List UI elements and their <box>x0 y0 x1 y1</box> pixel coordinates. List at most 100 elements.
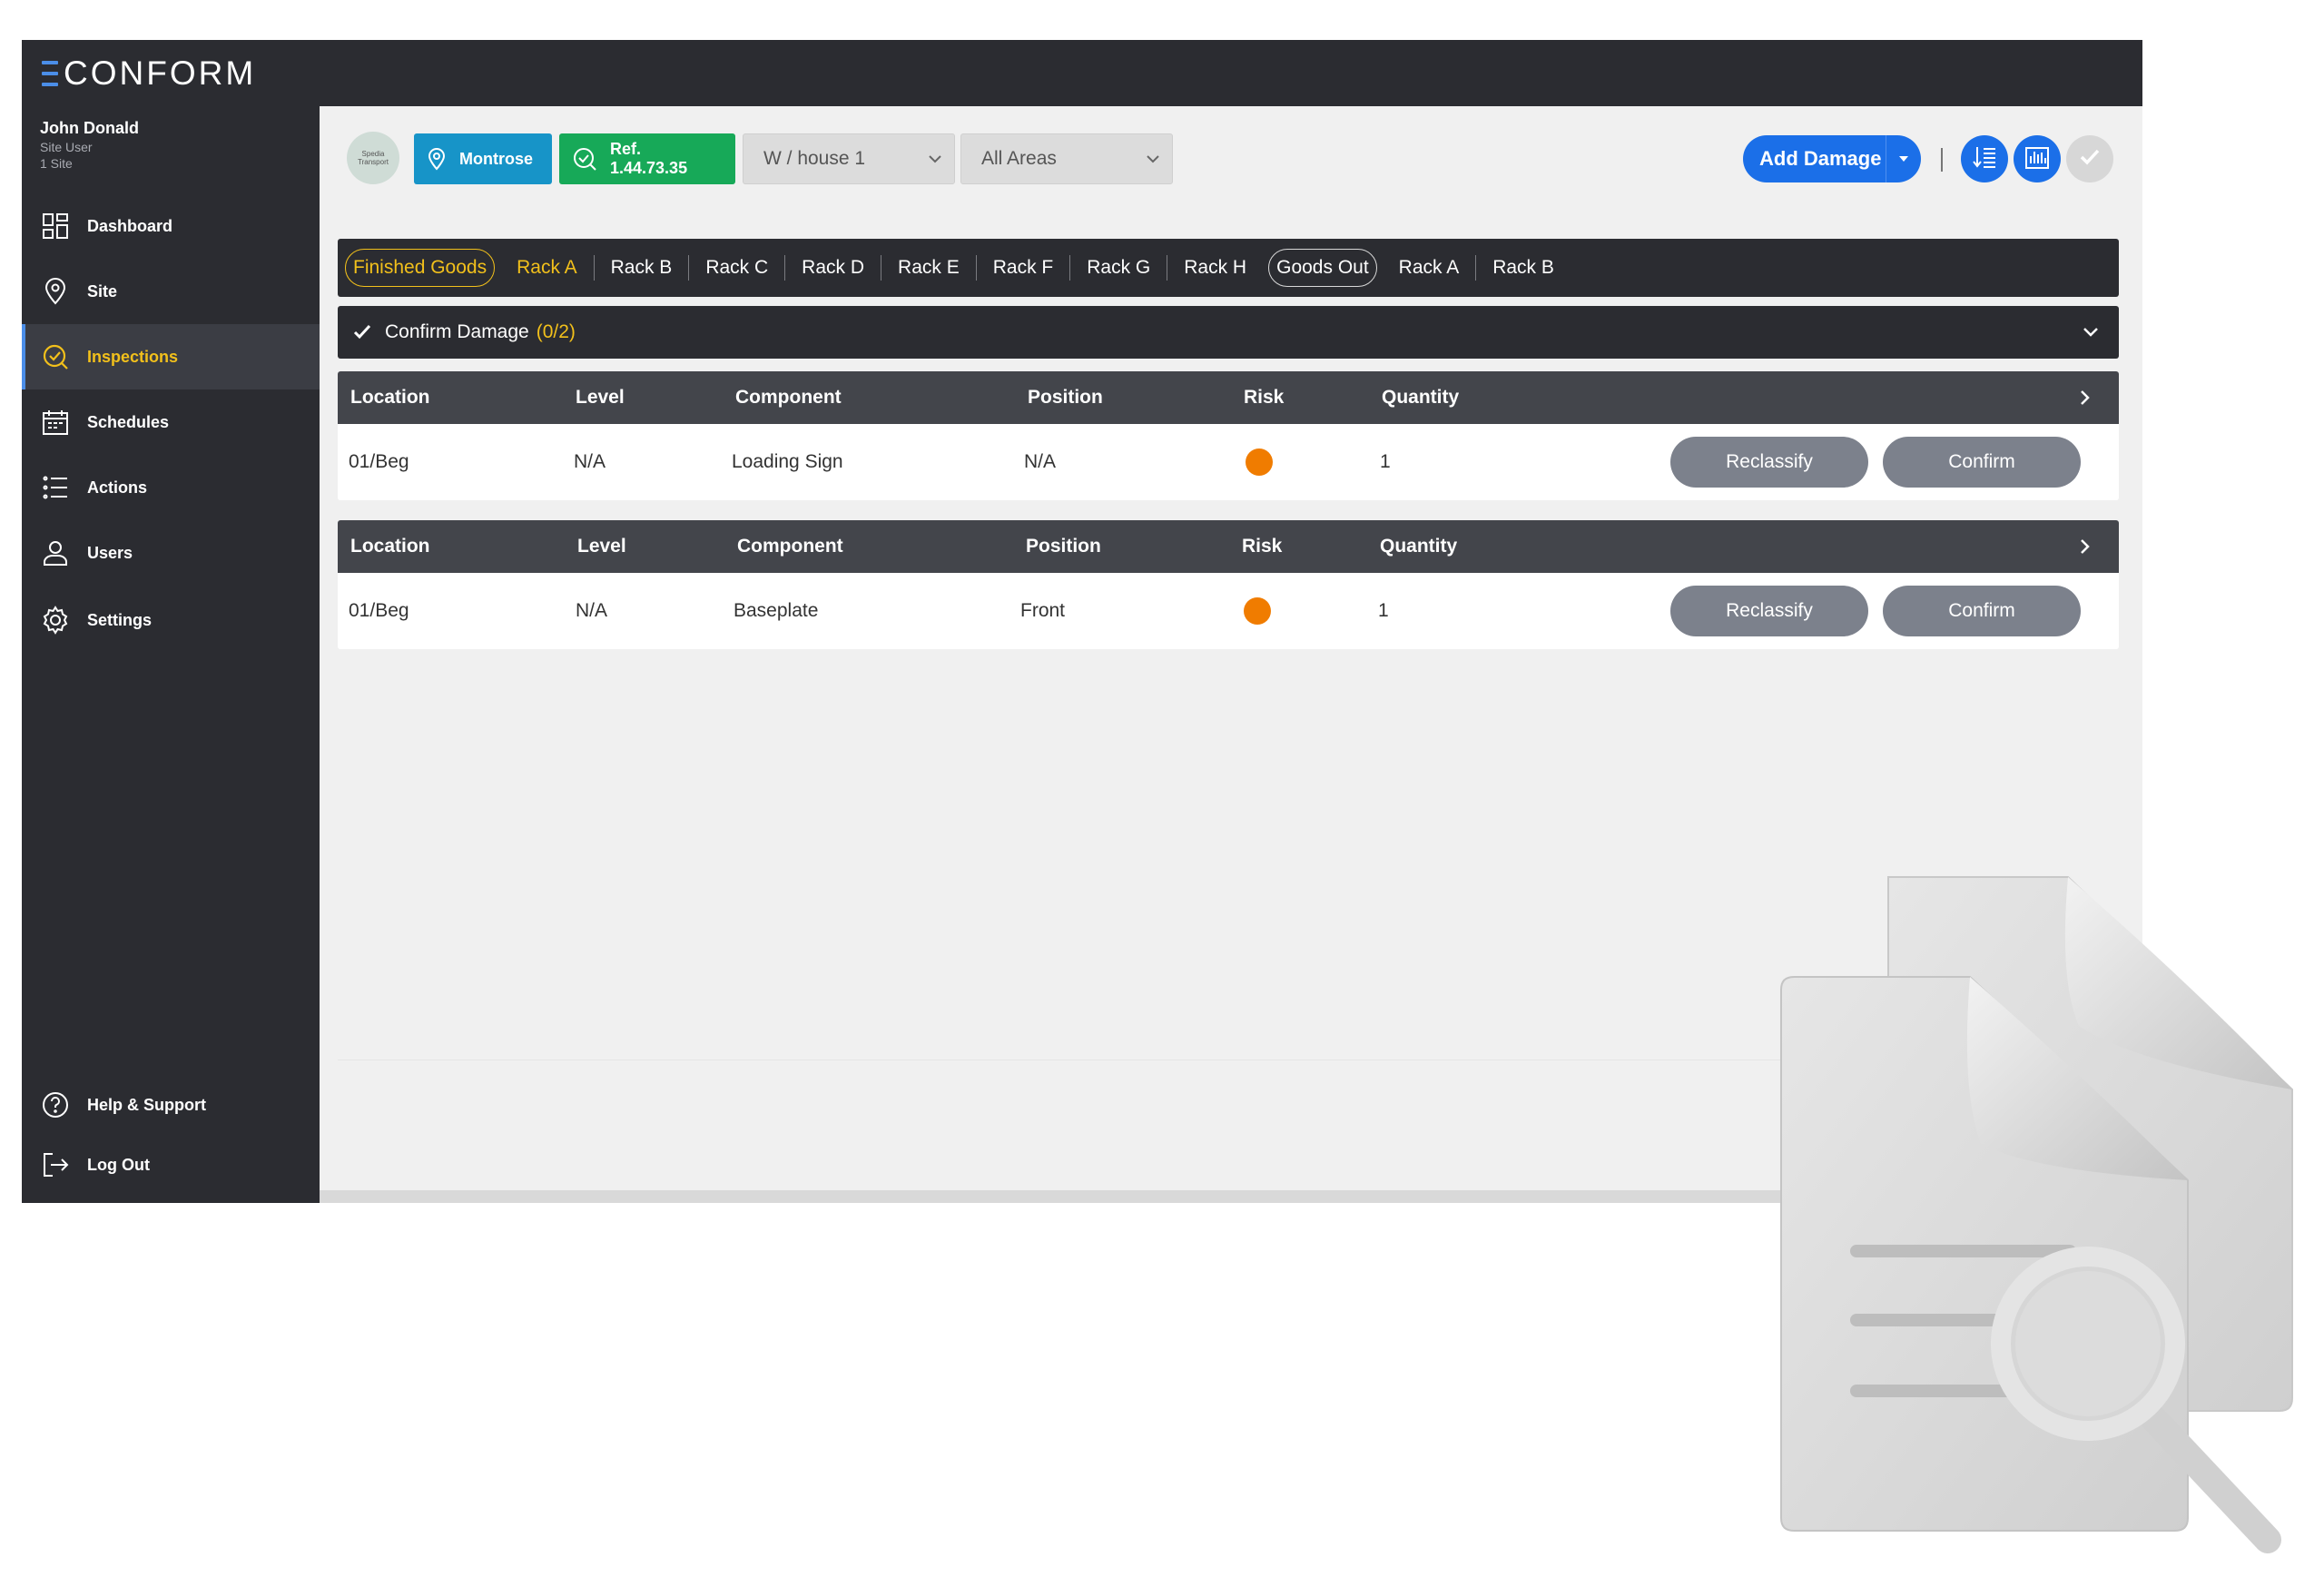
sidebar-item-dashboard[interactable]: Dashboard <box>22 193 320 259</box>
cell-level: N/A <box>576 600 608 621</box>
site-logo: Spedia Transport <box>347 132 399 184</box>
sidebar-item-label: Inspections <box>87 347 179 366</box>
toolbar-divider <box>1941 148 1943 172</box>
cell-component: Loading Sign <box>732 451 843 472</box>
add-damage-dropdown[interactable] <box>1886 135 1921 182</box>
sidebar-item-logout[interactable]: Log Out <box>22 1132 320 1198</box>
reference-label: Ref. 1.44.73.35 <box>610 140 688 177</box>
confirm-damage-count: (0/2) <box>536 321 576 342</box>
user-name: John Donald <box>40 119 139 137</box>
document-search-illustration <box>1780 876 2293 1553</box>
confirm-damage-label: Confirm Damage <box>385 321 529 342</box>
sidebar-item-inspections[interactable]: Inspections <box>22 324 320 389</box>
cell-location: 01/Beg <box>349 451 409 472</box>
user-role: Site User <box>40 140 93 154</box>
sidebar-item-settings[interactable]: Settings <box>22 587 320 653</box>
sidebar: John Donald Site User 1 Site Dashboard S… <box>22 106 320 1203</box>
sort-button[interactable] <box>1961 135 2008 182</box>
tab-rack[interactable]: Rack B <box>595 255 690 281</box>
logo-text: CONFORM <box>64 54 257 92</box>
list-icon <box>40 472 71 503</box>
sidebar-item-label: Dashboard <box>87 216 173 235</box>
column-header: Level <box>577 536 626 557</box>
column-header: Level <box>576 387 625 408</box>
sort-list-icon <box>1971 143 1998 175</box>
reclassify-button[interactable]: Reclassify <box>1670 437 1868 488</box>
caret-down-icon <box>1899 156 1908 162</box>
site-logo-text: Spedia Transport <box>358 150 389 166</box>
sidebar-item-label: Site <box>87 281 118 301</box>
bar-chart-icon <box>2024 143 2051 175</box>
complete-button[interactable] <box>2066 135 2113 182</box>
tab-group-goods-out[interactable]: Goods Out <box>1268 249 1377 287</box>
column-header: Location <box>350 387 430 408</box>
gear-icon <box>40 605 71 636</box>
sidebar-item-label: Schedules <box>87 412 170 431</box>
help-icon <box>40 1089 71 1120</box>
damage-table: Location Level Component Position Risk Q… <box>338 520 2119 649</box>
confirm-button[interactable]: Confirm <box>1883 437 2081 488</box>
chevron-down-icon[interactable] <box>2081 323 2101 347</box>
column-header: Position <box>1026 536 1101 557</box>
site-button[interactable]: Montrose <box>414 133 552 184</box>
tab-rack[interactable]: Rack D <box>785 255 882 281</box>
reference-button[interactable]: Ref. 1.44.73.35 <box>559 133 735 184</box>
calendar-icon <box>40 407 71 438</box>
risk-indicator <box>1246 448 1273 476</box>
cell-quantity: 1 <box>1378 600 1389 621</box>
column-header: Quantity <box>1382 387 1460 408</box>
cell-risk <box>1244 573 1271 649</box>
tab-rack[interactable]: Rack G <box>1070 255 1168 281</box>
confirm-button[interactable]: Confirm <box>1883 586 2081 636</box>
logo-mark-icon <box>42 61 58 86</box>
location-pin-icon <box>40 276 71 307</box>
chevron-down-icon <box>927 151 943 172</box>
user-info: John Donald Site User 1 Site <box>40 119 139 171</box>
location-pin-icon <box>427 147 447 171</box>
cell-risk <box>1246 424 1273 500</box>
location-tabs: Finished Goods Rack A Rack B Rack C Rack… <box>338 239 2119 297</box>
tab-rack[interactable]: Rack E <box>881 255 977 281</box>
sidebar-item-actions[interactable]: Actions <box>22 455 320 520</box>
app-logo[interactable]: CONFORM <box>42 53 256 94</box>
cell-location: 01/Beg <box>349 600 409 621</box>
area-select[interactable]: All Areas <box>960 133 1173 184</box>
sidebar-item-label: Actions <box>87 478 148 497</box>
check-icon <box>352 322 372 342</box>
chevron-right-icon[interactable] <box>2077 537 2093 561</box>
tab-rack[interactable]: Rack A <box>500 255 595 281</box>
warehouse-select-value: W / house 1 <box>763 148 866 169</box>
tab-rack[interactable]: Rack H <box>1167 255 1263 281</box>
tab-group-finished-goods[interactable]: Finished Goods <box>345 249 496 287</box>
tab-rack[interactable]: Rack C <box>689 255 786 281</box>
inspection-check-icon <box>40 341 71 372</box>
warehouse-select[interactable]: W / house 1 <box>743 133 955 184</box>
column-header: Component <box>735 387 842 408</box>
tab-rack[interactable]: Rack F <box>977 255 1071 281</box>
cell-position: N/A <box>1024 451 1057 472</box>
user-icon <box>40 537 71 568</box>
table-header: Location Level Component Position Risk Q… <box>338 520 2119 573</box>
chevron-right-icon[interactable] <box>2077 389 2093 412</box>
confirm-damage-bar[interactable]: Confirm Damage (0/2) <box>338 306 2119 359</box>
risk-indicator <box>1244 597 1271 625</box>
top-bar: CONFORM <box>22 40 2142 106</box>
column-header: Position <box>1028 387 1103 408</box>
column-header: Location <box>350 536 430 557</box>
column-header: Component <box>737 536 843 557</box>
table-row: 01/Beg N/A Baseplate Front 1 Reclassify … <box>338 573 2119 649</box>
tab-rack[interactable]: Rack A <box>1383 255 1477 281</box>
sidebar-item-label: Users <box>87 543 133 562</box>
logout-icon <box>40 1149 71 1180</box>
reclassify-button[interactable]: Reclassify <box>1670 586 1868 636</box>
sidebar-item-label: Settings <box>87 610 153 629</box>
add-damage-button[interactable]: Add Damage <box>1743 135 1921 182</box>
sidebar-item-schedules[interactable]: Schedules <box>22 389 320 455</box>
table-row: 01/Beg N/A Loading Sign N/A 1 Reclassify… <box>338 424 2119 500</box>
sidebar-item-site[interactable]: Site <box>22 259 320 324</box>
sidebar-item-label: Help & Support <box>87 1095 206 1114</box>
sidebar-item-help[interactable]: Help & Support <box>22 1072 320 1138</box>
chart-view-button[interactable] <box>2014 135 2061 182</box>
tab-rack[interactable]: Rack B <box>1476 255 1571 281</box>
sidebar-item-users[interactable]: Users <box>22 520 320 586</box>
